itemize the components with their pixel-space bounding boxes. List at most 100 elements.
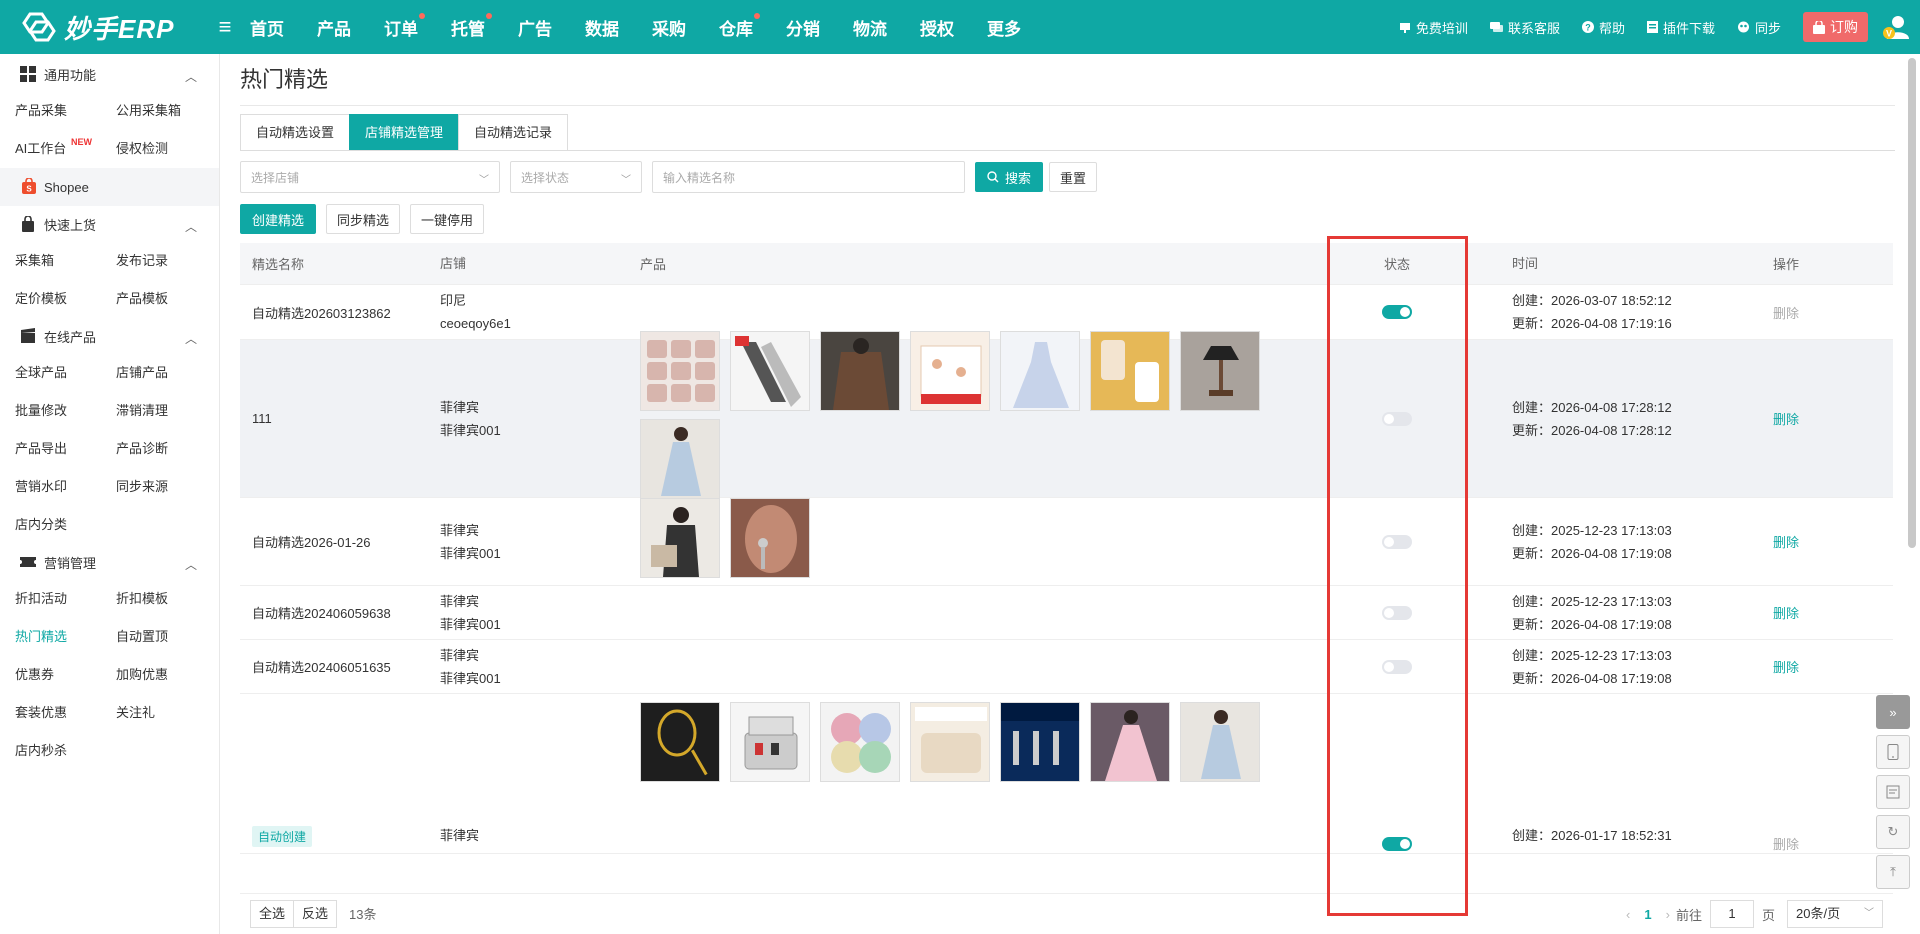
product-thumbnail[interactable] xyxy=(1090,702,1170,782)
table-row[interactable]: 自动精选2026-01-26 菲律宾 菲律宾001 创建：2025-12-23 17:… xyxy=(240,497,1893,586)
table-row[interactable]: 自动精选202406051635 菲律宾 菲律宾001 创建：2025-12-23 1… xyxy=(240,640,1893,694)
sidebar-item[interactable]: 发布记录 xyxy=(116,242,217,280)
status-select[interactable]: 选择状态 ﹀ xyxy=(510,161,642,193)
sidebar-item[interactable]: 产品模板 xyxy=(116,280,217,318)
sidebar-item[interactable]: 优惠券 xyxy=(15,656,116,694)
sidebar-item-ai[interactable]: AI工作台 NEW xyxy=(15,130,116,168)
nav-item[interactable]: 仓库 xyxy=(719,12,760,40)
search-button[interactable]: 搜索 xyxy=(975,162,1044,192)
sidebar-item[interactable]: 产品诊断 xyxy=(116,430,217,468)
user-avatar-icon[interactable]: V xyxy=(1882,13,1910,41)
platform-selector[interactable]: S Shopee xyxy=(0,168,219,206)
nav-item[interactable]: 更多 xyxy=(987,15,1021,40)
nav-item[interactable]: 采购 xyxy=(652,15,686,40)
order-button[interactable]: 订购 xyxy=(1803,12,1868,42)
nav-item[interactable]: 产品 xyxy=(317,15,351,40)
select-all-button[interactable]: 全选 xyxy=(250,899,295,928)
section-marketing[interactable]: 营销管理 ︿ xyxy=(0,544,219,580)
delete-link[interactable]: 删除 xyxy=(1773,409,1799,428)
delete-link[interactable]: 删除 xyxy=(1773,303,1799,322)
sidebar-item[interactable]: 折扣模板 xyxy=(116,580,217,618)
free-training-link[interactable]: 免费培训 xyxy=(1399,18,1468,37)
nav-item[interactable]: 订单 xyxy=(384,12,425,40)
page-scrollbar[interactable] xyxy=(1908,58,1916,548)
sidebar-item[interactable]: 营销水印 xyxy=(15,468,116,506)
tab[interactable]: 店铺精选管理 xyxy=(349,114,460,150)
sidebar-item[interactable]: 公用采集箱 xyxy=(116,92,217,130)
menu-toggle-icon[interactable]: ≡ xyxy=(214,14,236,40)
page-jump-input[interactable]: 1 xyxy=(1709,900,1754,928)
sidebar-item[interactable]: 采集箱 xyxy=(15,242,116,280)
app-logo[interactable]: 妙手ERP xyxy=(20,9,200,46)
delete-link[interactable]: 删除 xyxy=(1773,834,1799,853)
page-size-select[interactable]: 20条/页 ﹀ xyxy=(1787,900,1883,928)
invert-selection-button[interactable]: 反选 xyxy=(293,899,338,928)
table-row[interactable]: 111 菲律宾 菲律宾001 创建：2026-04-08 17:28:12 更新：202… xyxy=(240,330,1893,499)
refresh-icon[interactable]: ↻ xyxy=(1876,815,1910,849)
sync-link[interactable]: 同步 xyxy=(1737,18,1781,37)
next-page-icon[interactable]: › xyxy=(1666,907,1670,922)
prev-page-icon[interactable]: ‹ xyxy=(1626,907,1630,922)
nav-item[interactable]: 托管 xyxy=(451,12,492,40)
collapse-icon[interactable]: » xyxy=(1876,695,1910,729)
product-thumbnail[interactable] xyxy=(640,497,720,578)
delete-link[interactable]: 删除 xyxy=(1773,532,1799,551)
product-thumbnail[interactable] xyxy=(820,330,900,411)
nav-item[interactable]: 分销 xyxy=(786,15,820,40)
product-thumbnail[interactable] xyxy=(1090,330,1170,411)
note-icon[interactable] xyxy=(1876,775,1910,809)
product-thumbnail[interactable] xyxy=(910,702,990,782)
plugin-download-link[interactable]: 插件下载 xyxy=(1646,18,1715,37)
product-thumbnail[interactable] xyxy=(730,497,810,578)
delete-link[interactable]: 删除 xyxy=(1773,603,1799,622)
section-online-products[interactable]: 在线产品 ︿ xyxy=(0,318,219,354)
table-row[interactable]: 自动精选202406059638 菲律宾 菲律宾001 创建：2025-12-23 1… xyxy=(240,586,1893,640)
sync-button[interactable]: 同步精选 xyxy=(326,204,401,234)
sidebar-item[interactable]: 热门精选 xyxy=(15,618,116,656)
sidebar-item[interactable]: 关注礼 xyxy=(116,694,217,732)
product-thumbnail[interactable] xyxy=(640,702,720,782)
nav-item[interactable]: 数据 xyxy=(585,15,619,40)
help-link[interactable]: ? 帮助 xyxy=(1581,18,1625,37)
nav-item[interactable]: 广告 xyxy=(518,15,552,40)
nav-item[interactable]: 物流 xyxy=(853,15,887,40)
sidebar-item[interactable]: 店内分类 xyxy=(15,506,116,544)
sidebar-item[interactable]: 批量修改 xyxy=(15,392,116,430)
product-thumbnail[interactable] xyxy=(910,330,990,411)
shop-select[interactable]: 选择店铺 ﹀ xyxy=(240,161,500,193)
sidebar-item[interactable]: 全球产品 xyxy=(15,354,116,392)
sidebar-item[interactable]: 自动置顶 xyxy=(116,618,217,656)
product-thumbnail[interactable] xyxy=(1000,702,1080,782)
disable-all-button[interactable]: 一键停用 xyxy=(410,204,485,234)
sidebar-item[interactable]: 侵权检测 xyxy=(116,130,217,168)
product-thumbnail[interactable] xyxy=(1180,330,1260,411)
tab[interactable]: 自动精选记录 xyxy=(458,114,569,150)
product-thumbnail[interactable] xyxy=(730,702,810,782)
sidebar-item[interactable]: 滞销清理 xyxy=(116,392,217,430)
sidebar-item[interactable]: 同步来源 xyxy=(116,468,217,506)
product-thumbnail[interactable] xyxy=(1000,330,1080,411)
current-page[interactable]: 1 xyxy=(1644,907,1651,922)
sidebar-item[interactable]: 产品导出 xyxy=(15,430,116,468)
nav-item[interactable]: 首页 xyxy=(250,15,284,40)
sidebar-item[interactable]: 折扣活动 xyxy=(15,580,116,618)
section-general[interactable]: 通用功能 ︿ xyxy=(0,56,219,92)
delete-link[interactable]: 删除 xyxy=(1773,657,1799,676)
product-thumbnail[interactable] xyxy=(730,330,810,411)
product-thumbnail[interactable] xyxy=(640,418,720,499)
product-thumbnail[interactable] xyxy=(1180,702,1260,782)
sidebar-item[interactable]: 店内秒杀 xyxy=(15,732,116,770)
name-search-input[interactable]: 输入精选名称 xyxy=(652,161,965,193)
mobile-icon[interactable] xyxy=(1876,735,1910,769)
nav-item[interactable]: 授权 xyxy=(920,15,954,40)
section-quick-listing[interactable]: 快速上货 ︿ xyxy=(0,206,219,242)
sidebar-item[interactable]: 产品采集 xyxy=(15,92,116,130)
table-row[interactable]: 自动创建 菲律宾 创建：2026-01-17 18:52:31 删除 xyxy=(240,694,1893,854)
sidebar-item[interactable]: 定价模板 xyxy=(15,280,116,318)
product-thumbnail[interactable] xyxy=(820,702,900,782)
product-thumbnail[interactable] xyxy=(640,330,720,411)
tab[interactable]: 自动精选设置 xyxy=(240,114,351,150)
sidebar-item[interactable]: 套装优惠 xyxy=(15,694,116,732)
reset-button[interactable]: 重置 xyxy=(1049,162,1098,192)
back-to-top-icon[interactable]: ⤒ xyxy=(1876,855,1910,889)
